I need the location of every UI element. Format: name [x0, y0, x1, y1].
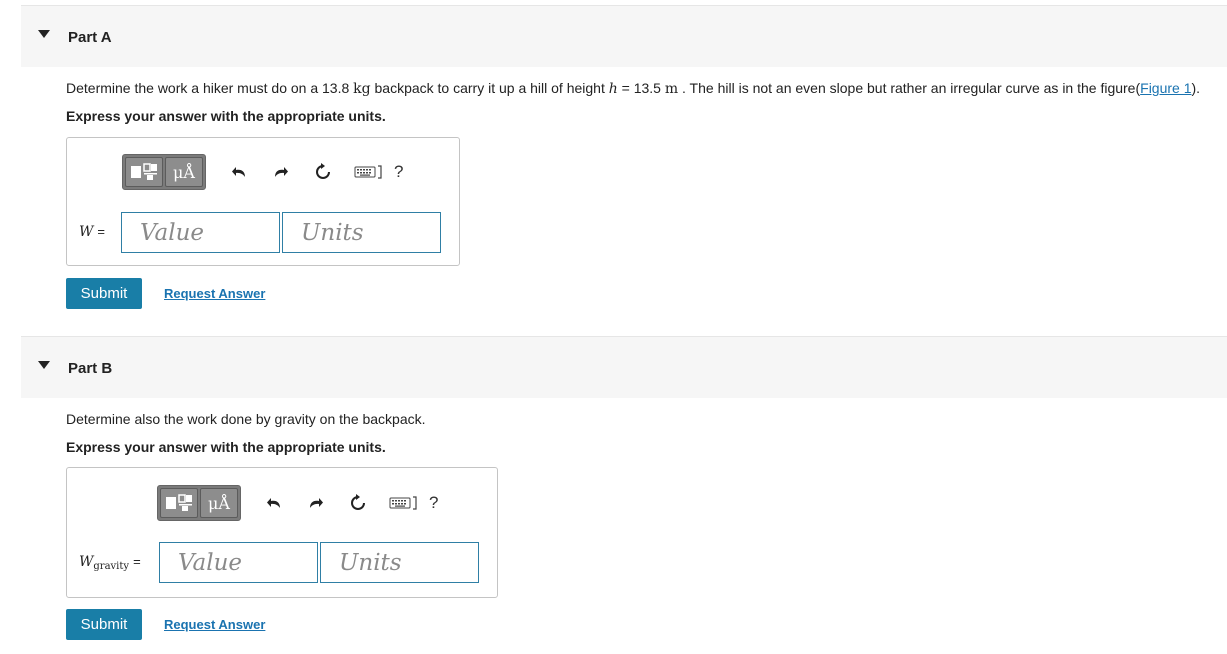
figure-link[interactable]: Figure 1: [1140, 80, 1191, 96]
part-b-header[interactable]: Part B: [21, 336, 1227, 398]
part-a-answer-box: μÅ ? W =: [66, 137, 460, 266]
question-text: Determine the work a hiker must do on a …: [66, 80, 354, 96]
redo-icon[interactable]: [270, 161, 292, 183]
question-text: = 13.5: [617, 80, 665, 96]
reset-icon[interactable]: [312, 161, 334, 183]
help-icon[interactable]: ?: [394, 162, 403, 182]
collapse-triangle-icon[interactable]: [38, 361, 50, 369]
question-text: . The hill is not an even slope but rath…: [678, 80, 1141, 96]
undo-icon[interactable]: [228, 161, 250, 183]
part-a-instruction: Express your answer with the appropriate…: [66, 108, 386, 124]
units-input[interactable]: [282, 212, 441, 253]
part-a-variable-label: W =: [79, 224, 105, 240]
height-variable: h: [608, 81, 618, 97]
part-a-title: Part A: [68, 29, 112, 46]
equals-sign: =: [97, 224, 105, 239]
units-input[interactable]: [320, 542, 479, 583]
part-b-submit-button[interactable]: Submit: [66, 609, 142, 640]
part-b-toolbar: μÅ ?: [157, 485, 438, 521]
part-b-request-answer-link[interactable]: Request Answer: [164, 617, 265, 632]
part-a-question: Determine the work a hiker must do on a …: [66, 80, 1200, 97]
template-group: μÅ: [157, 485, 241, 521]
part-b-variable-label: Wgravity =: [79, 554, 141, 572]
part-a-request-answer-link[interactable]: Request Answer: [164, 286, 265, 301]
part-b-answer-box: μÅ ? Wgravity =: [66, 467, 498, 598]
units-icon[interactable]: μÅ: [200, 488, 238, 518]
part-b-title: Part B: [68, 360, 113, 377]
part-b-instruction: Express your answer with the appropriate…: [66, 439, 386, 455]
templates-icon[interactable]: [160, 488, 198, 518]
template-group: μÅ: [122, 154, 206, 190]
reset-icon[interactable]: [347, 492, 369, 514]
undo-icon[interactable]: [263, 492, 285, 514]
mass-unit: kg: [353, 81, 371, 97]
question-text: ).: [1191, 80, 1201, 96]
redo-icon[interactable]: [305, 492, 327, 514]
units-icon[interactable]: μÅ: [165, 157, 203, 187]
part-a-toolbar: μÅ ?: [122, 154, 403, 190]
part-b-question: Determine also the work done by gravity …: [66, 411, 426, 427]
value-input[interactable]: [121, 212, 280, 253]
keyboard-icon[interactable]: [389, 492, 419, 514]
keyboard-icon[interactable]: [354, 161, 384, 183]
part-a-header[interactable]: Part A: [21, 5, 1227, 67]
part-a-submit-button[interactable]: Submit: [66, 278, 142, 309]
question-text: backpack to carry it up a hill of height: [370, 80, 609, 96]
variable-name: W: [79, 224, 94, 240]
variable-name: W: [79, 554, 94, 570]
collapse-triangle-icon[interactable]: [38, 30, 50, 38]
equals-sign: =: [133, 554, 141, 569]
value-input[interactable]: [159, 542, 318, 583]
templates-icon[interactable]: [125, 157, 163, 187]
help-icon[interactable]: ?: [429, 493, 438, 513]
height-unit: m: [664, 81, 679, 97]
variable-subscript: gravity: [93, 561, 130, 572]
